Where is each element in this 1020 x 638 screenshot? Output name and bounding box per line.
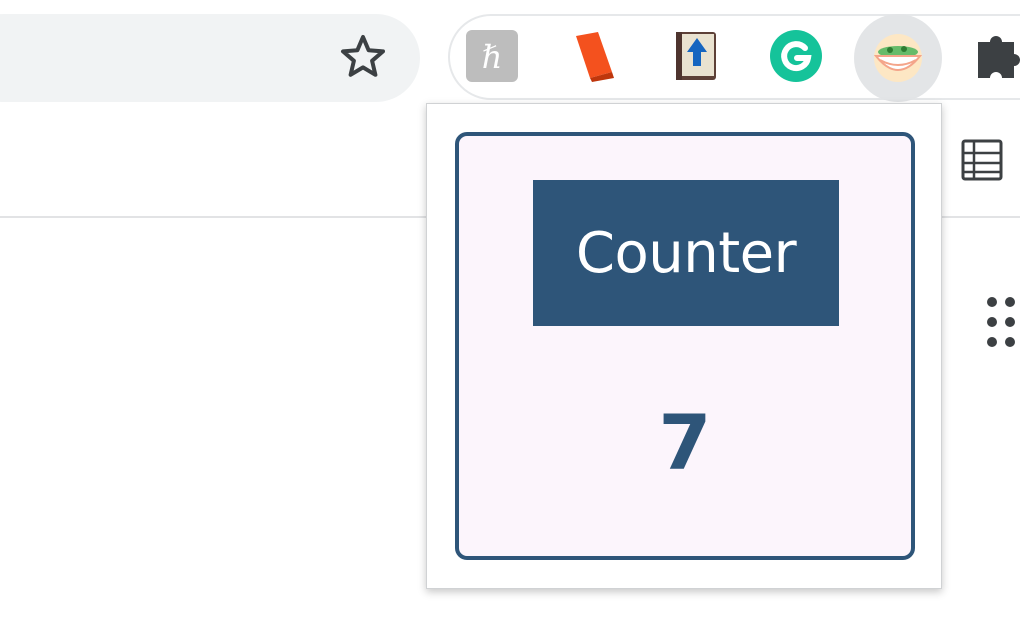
svg-text:ℏ: ℏ [482,38,503,76]
counter-title: Counter [533,180,839,326]
apps-grid-icon[interactable] [986,296,1020,352]
puzzle-extensions-icon[interactable] [972,28,1020,84]
grammarly-icon[interactable] [768,28,824,84]
extension-popup: Counter 7 [426,103,942,589]
noodle-bowl-icon[interactable] [870,30,926,86]
counter-value: 7 [658,398,712,487]
list-view-icon[interactable] [960,138,1004,182]
book-upload-icon[interactable] [668,28,724,84]
hypothesis-icon[interactable]: ℏ [464,28,520,84]
bookmark-star-icon[interactable] [338,32,388,82]
orange-book-icon[interactable] [566,28,622,84]
counter-card: Counter 7 [455,132,915,560]
